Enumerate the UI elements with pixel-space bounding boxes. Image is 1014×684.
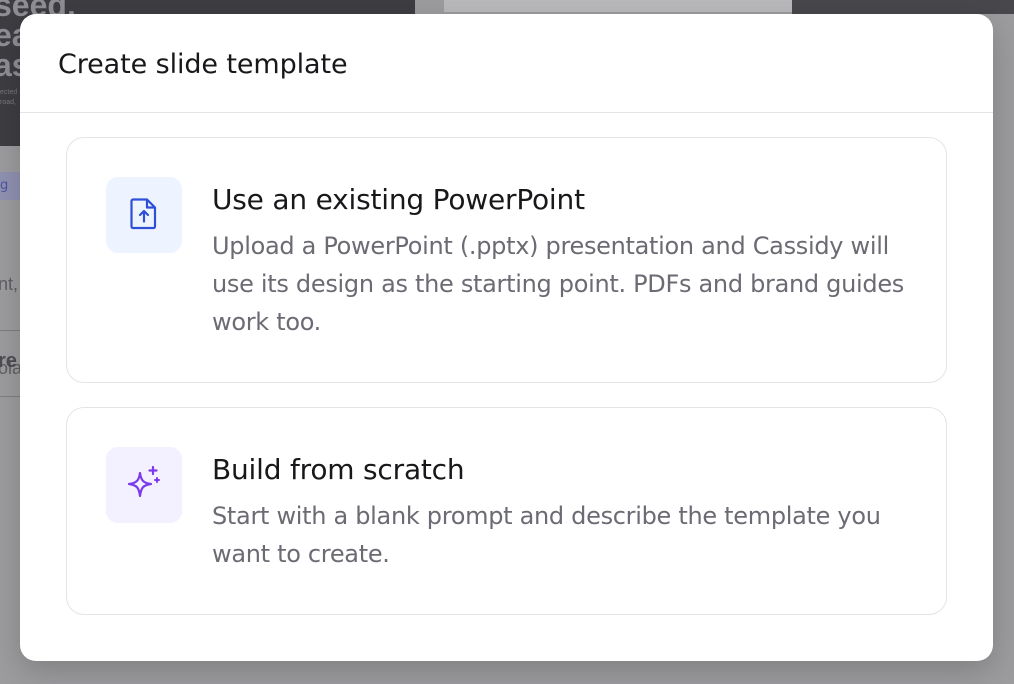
option-description: Upload a PowerPoint (.pptx) presentation… (212, 232, 904, 336)
background-slide-thumbnail-2 (444, 0, 792, 12)
dialog-header: Create slide template (20, 14, 993, 113)
sparkles-icon (124, 463, 164, 507)
dialog-body: Use an existing PowerPoint Upload a Powe… (20, 113, 993, 615)
option-text: Use an existing PowerPoint Upload a Powe… (212, 181, 906, 341)
background-slide-thumbnail-3 (792, 0, 1014, 14)
background-tab: re (0, 350, 17, 372)
background-divider (0, 396, 20, 397)
background-text: nt, ola (0, 274, 20, 378)
create-slide-template-dialog: Create slide template Use an existing Po… (20, 14, 993, 661)
dialog-title: Create slide template (58, 48, 348, 80)
option-icon-container (106, 177, 182, 253)
option-text: Build from scratch Start with a blank pr… (212, 451, 906, 573)
background-tag: g d (0, 172, 20, 200)
background-slide-caption: ected road, (0, 89, 18, 106)
option-title: Use an existing PowerPoint (212, 183, 585, 216)
option-description: Start with a blank prompt and describe t… (212, 502, 881, 568)
background-divider (0, 330, 20, 331)
option-existing-powerpoint[interactable]: Use an existing PowerPoint Upload a Powe… (66, 137, 947, 383)
option-build-from-scratch[interactable]: Build from scratch Start with a blank pr… (66, 407, 947, 615)
file-upload-icon (129, 196, 159, 234)
option-title: Build from scratch (212, 453, 465, 486)
option-icon-container (106, 447, 182, 523)
